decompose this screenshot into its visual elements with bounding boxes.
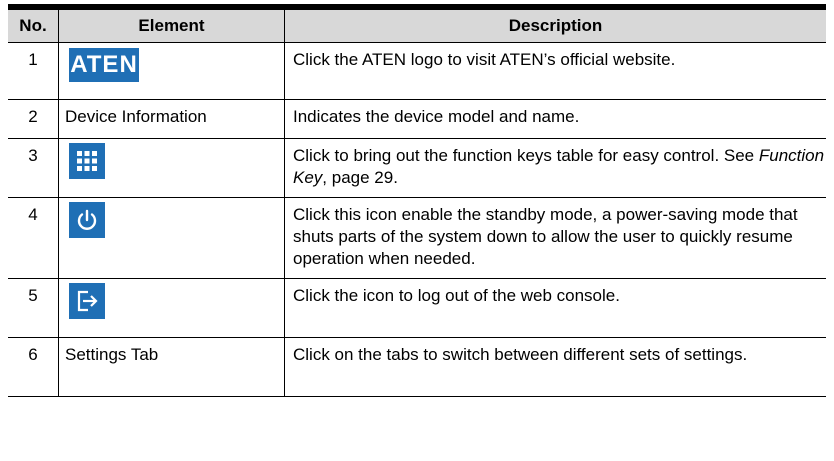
element-cell: ATEN [58, 43, 284, 99]
element-cell [58, 139, 284, 197]
row-description: Click on the tabs to switch between diff… [284, 338, 826, 396]
row-description: Click this icon enable the standby mode,… [284, 198, 826, 278]
description-text: , page 29. [322, 168, 398, 187]
table-row: 4 Click this icon enable the standby mod… [8, 198, 826, 279]
element-label: Device Information [58, 100, 284, 138]
row-description: Click the icon to log out of the web con… [284, 279, 826, 337]
element-cell [58, 279, 284, 337]
aten-logo: ATEN [69, 48, 139, 82]
row-number: 2 [28, 107, 38, 126]
table-row: 5 Click the icon to log out of the web c… [8, 279, 826, 338]
aten-logo-text: ATEN [70, 51, 138, 78]
power-icon [69, 202, 105, 238]
row-description: Click the ATEN logo to visit ATEN’s offi… [284, 43, 826, 99]
logout-icon [69, 283, 105, 319]
element-table: No. Element Description 1 ATEN Click the… [8, 4, 826, 397]
table-row: 3 Click to bring out the function keys t… [8, 139, 826, 198]
table-row: 6 Settings Tab Click on the tabs to swit… [8, 338, 826, 397]
keypad-grid-icon [69, 143, 105, 179]
row-number: 1 [28, 50, 38, 69]
header-element: Element [58, 10, 284, 42]
element-cell [58, 198, 284, 278]
description-text: Click to bring out the function keys tab… [293, 146, 759, 165]
row-number: 5 [28, 286, 38, 305]
table-header: No. Element Description [8, 10, 826, 43]
header-no: No. [19, 16, 47, 35]
element-label: Settings Tab [58, 338, 284, 396]
row-number: 4 [28, 205, 38, 224]
row-number: 6 [28, 345, 38, 364]
table-row: 2 Device Information Indicates the devic… [8, 100, 826, 139]
table-row: 1 ATEN Click the ATEN logo to visit ATEN… [8, 43, 826, 100]
row-number: 3 [28, 146, 38, 165]
row-description: Click to bring out the function keys tab… [284, 139, 826, 197]
header-description: Description [284, 10, 826, 42]
row-description: Indicates the device model and name. [284, 100, 826, 138]
